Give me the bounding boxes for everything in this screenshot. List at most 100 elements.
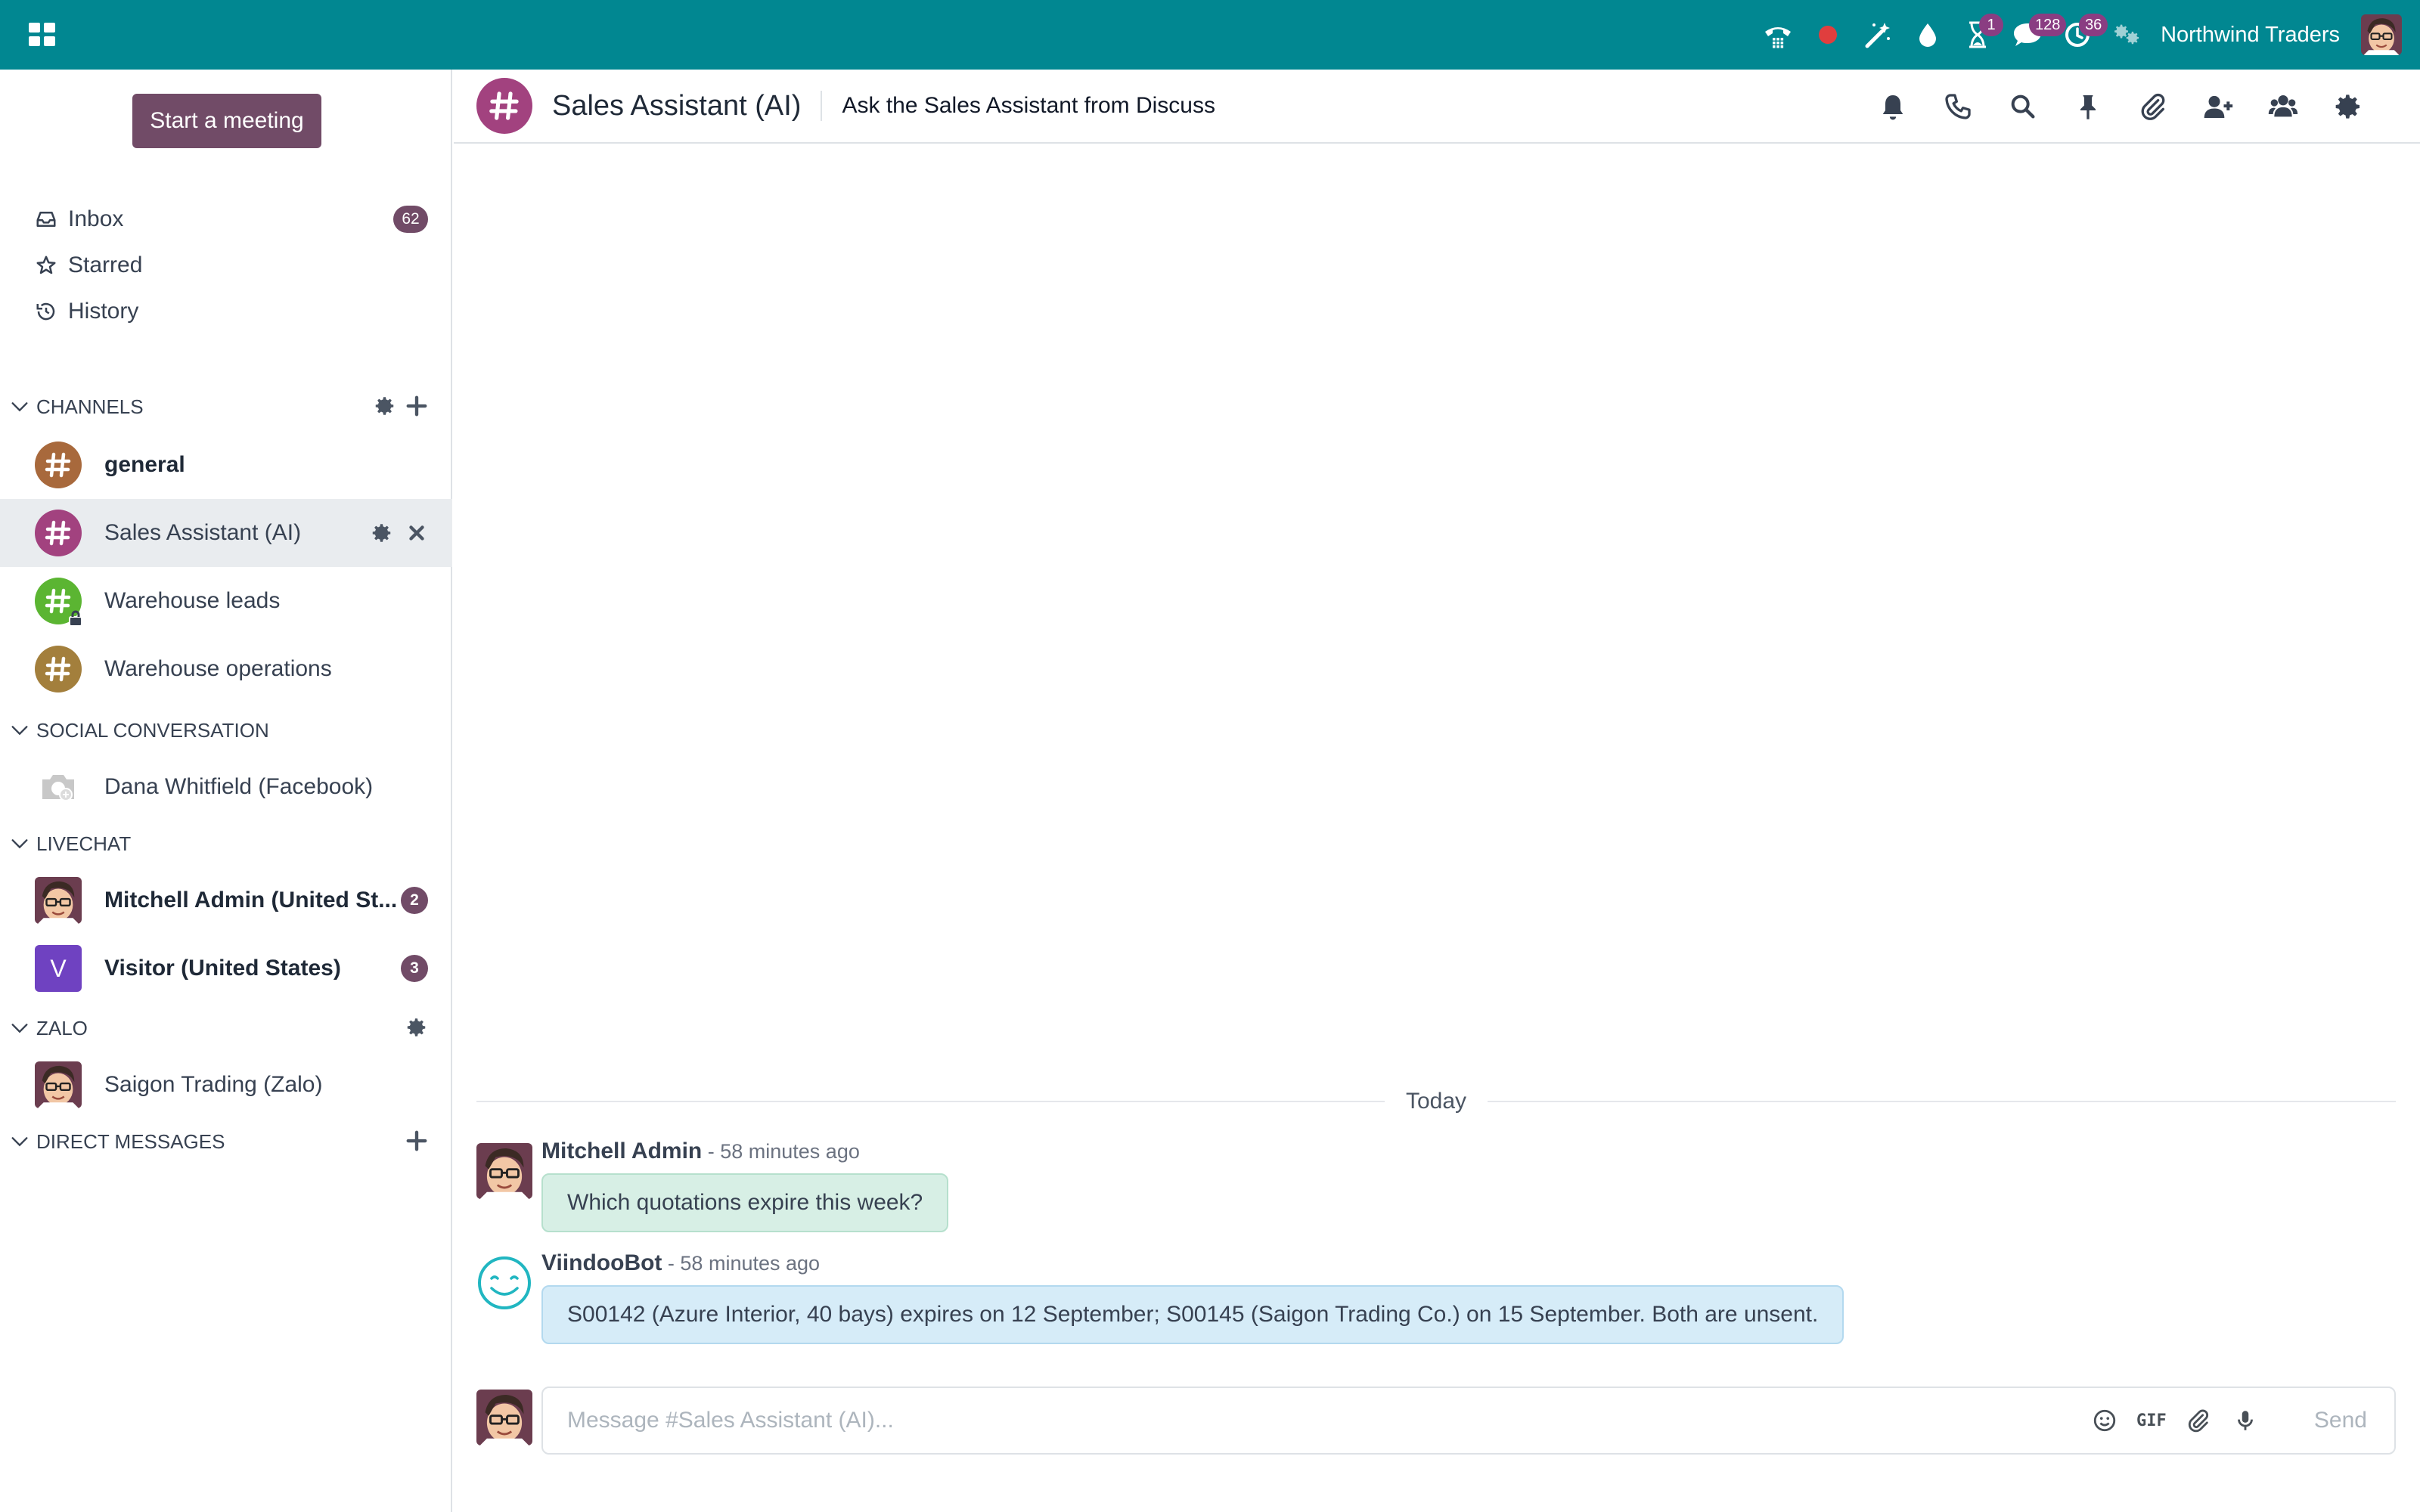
channel-settings-gear-icon[interactable] (371, 522, 393, 544)
settings-gear-icon[interactable] (2316, 86, 2381, 127)
systray: 1 128 36 (1752, 0, 2152, 70)
channel-settings-gear-icon[interactable] (374, 395, 396, 417)
category-livechat[interactable]: LIVECHAT (0, 824, 452, 863)
call-icon[interactable] (1925, 86, 1990, 127)
channel-item-sales-assistant[interactable]: Sales Assistant (AI) (0, 499, 452, 567)
social-item-dana-whitfield[interactable]: Dana Whitfield (Facebook) (0, 753, 452, 821)
channel-label: Warehouse operations (104, 656, 332, 681)
mailbox-history[interactable]: History (0, 289, 452, 334)
message-body: Which quotations expire this week? (541, 1173, 949, 1232)
mailbox-label: History (68, 299, 139, 324)
water-drop-icon[interactable] (1903, 12, 1952, 57)
message-timestamp: - 58 minutes ago (662, 1252, 821, 1275)
message-item: ViindooBot - 58 minutes ago S00142 (Azur… (476, 1250, 2397, 1349)
chevron-down-icon (9, 833, 30, 854)
message-author[interactable]: Mitchell Admin (541, 1139, 702, 1163)
mailbox-starred[interactable]: Starred (0, 243, 452, 288)
date-separator-label: Today (1405, 1089, 1467, 1114)
channel-item-warehouse-leads[interactable]: Warehouse leads (0, 567, 452, 635)
message-body: S00142 (Azure Interior, 40 bays) expires… (541, 1285, 1844, 1344)
search-icon[interactable] (1990, 86, 2055, 127)
message-item: Mitchell Admin - 58 minutes ago Which qu… (476, 1139, 2397, 1237)
gif-button[interactable]: GIF (2128, 1398, 2175, 1443)
channel-hash-icon (35, 442, 82, 488)
history-icon (36, 302, 55, 321)
zalo-item-saigon-trading[interactable]: Saigon Trading (Zalo) (0, 1051, 452, 1119)
chevron-down-icon (9, 720, 30, 741)
livechat-item-visitor[interactable]: V Visitor (United States) 3 (0, 934, 452, 1002)
avatar (476, 1390, 532, 1445)
camera-placeholder-icon (35, 764, 82, 810)
header-divider (821, 91, 823, 121)
chat-label: Mitchell Admin (United St... (104, 888, 398, 912)
user-avatar[interactable] (2361, 14, 2402, 55)
category-social-conversation[interactable]: SOCIAL CONVERSATION (0, 711, 452, 750)
message-timestamp: - 58 minutes ago (702, 1140, 860, 1163)
bot-smiley-avatar-icon[interactable] (476, 1255, 532, 1311)
discuss-sidebar: Start a meeting Inbox 62 Starred History… (0, 70, 452, 1512)
date-separator: Today (476, 1083, 2396, 1120)
chevron-down-icon (9, 396, 30, 417)
chat-label: Visitor (United States) (104, 956, 341, 981)
unread-count-badge: 3 (401, 955, 428, 982)
members-icon[interactable] (2251, 86, 2316, 127)
channel-label: Sales Assistant (AI) (104, 520, 302, 545)
gif-label: GIF (2136, 1411, 2167, 1430)
thread-title[interactable]: Sales Assistant (AI) (552, 90, 801, 122)
category-label: CHANNELS (36, 395, 144, 418)
microphone-icon[interactable] (2222, 1398, 2269, 1443)
emoji-icon[interactable] (2081, 1398, 2128, 1443)
send-button[interactable]: Send (2314, 1408, 2367, 1433)
category-label: LIVECHAT (36, 832, 132, 855)
star-icon (36, 256, 56, 274)
thread-description[interactable]: Ask the Sales Assistant from Discuss (842, 93, 1215, 119)
channel-hash-icon (35, 510, 82, 556)
avatar[interactable] (476, 1143, 532, 1199)
category-zalo[interactable]: ZALO (0, 1009, 452, 1048)
channel-label: general (104, 452, 185, 477)
message-author[interactable]: ViindooBot (541, 1250, 662, 1275)
channel-item-general[interactable]: general (0, 431, 452, 499)
chat-label: Saigon Trading (Zalo) (104, 1072, 323, 1097)
top-navbar: 1 128 36 Northwind Traders (0, 0, 2420, 70)
avatar (35, 1061, 82, 1108)
avatar-initial: V (50, 954, 67, 982)
livechat-item-mitchell-admin[interactable]: Mitchell Admin (United St... 2 (0, 866, 452, 934)
hourglass-icon[interactable]: 1 (1953, 12, 2004, 57)
attachments-icon[interactable] (2121, 86, 2186, 127)
chevron-down-icon (9, 1018, 30, 1039)
message-input[interactable] (543, 1390, 2081, 1451)
category-label: DIRECT MESSAGES (36, 1129, 225, 1153)
category-direct-messages[interactable]: DIRECT MESSAGES (0, 1122, 452, 1161)
channel-hash-icon (35, 646, 82, 692)
activity-clock-icon[interactable]: 36 (2053, 12, 2108, 57)
category-channels[interactable]: CHANNELS (0, 387, 452, 426)
start-meeting-button[interactable]: Start a meeting (132, 94, 321, 148)
message-composer: GIF Send (541, 1387, 2396, 1455)
leave-channel-close-icon[interactable] (405, 522, 428, 544)
channel-label: Warehouse leads (104, 588, 281, 613)
magic-wand-icon[interactable] (1854, 12, 1902, 57)
add-direct-message-plus-icon[interactable] (405, 1129, 428, 1152)
channel-item-warehouse-operations[interactable]: Warehouse operations (0, 635, 452, 703)
unread-count-badge: 2 (401, 887, 428, 914)
recording-dot-icon[interactable] (1804, 12, 1852, 57)
avatar (35, 877, 82, 924)
messaging-icon[interactable]: 128 (2003, 12, 2067, 57)
add-channel-plus-icon[interactable] (405, 395, 428, 417)
inbox-icon (36, 212, 56, 227)
activity-badge: 1 (1979, 14, 2004, 36)
zalo-settings-gear-icon[interactable] (405, 1016, 428, 1039)
mailbox-inbox[interactable]: Inbox 62 (0, 197, 452, 242)
notification-bell-icon[interactable] (1860, 86, 1925, 127)
channel-hash-icon (35, 578, 82, 627)
category-label: SOCIAL CONVERSATION (36, 718, 269, 742)
pin-icon[interactable] (2055, 86, 2121, 127)
company-switch-icon[interactable] (2103, 12, 2152, 57)
apps-grid-icon[interactable] (26, 18, 59, 51)
voip-phone-icon[interactable] (1754, 12, 1802, 57)
add-users-icon[interactable] (2186, 86, 2251, 127)
company-name[interactable]: Northwind Traders (2161, 23, 2340, 48)
attachment-icon[interactable] (2175, 1398, 2222, 1443)
lock-icon (69, 610, 82, 627)
